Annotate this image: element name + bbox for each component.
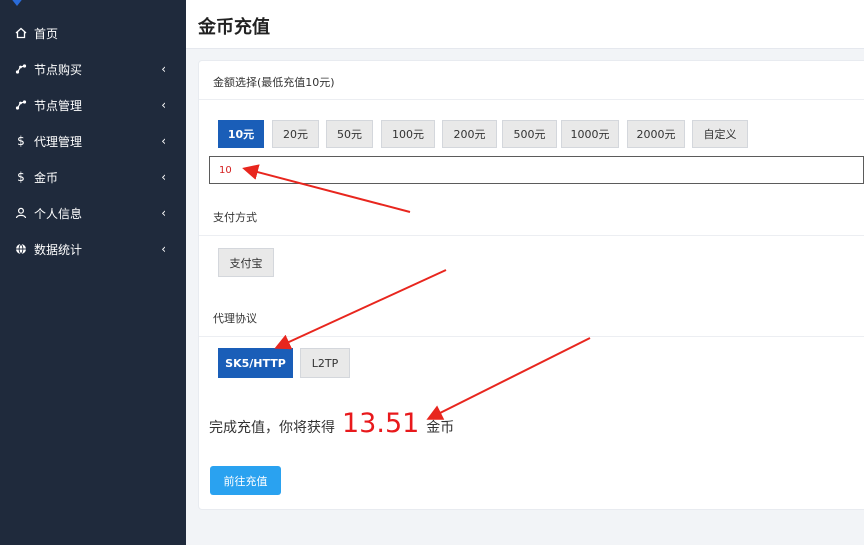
- sidebar-item-label: 节点管理: [34, 98, 83, 113]
- result-suffix: 金币: [426, 420, 455, 436]
- sidebar-item-proxy-management[interactable]: $ 代理管理 ‹: [0, 123, 186, 159]
- node-icon: [14, 98, 28, 112]
- amount-option-20[interactable]: 20元: [272, 120, 319, 148]
- chevron-left-icon: ‹: [161, 170, 166, 184]
- page-title: 金币充值: [198, 17, 270, 38]
- result-prefix: 完成充值，你将获得: [209, 420, 335, 436]
- sidebar-item-label: 金币: [34, 170, 59, 185]
- protocol-option-l2tp[interactable]: L2TP: [300, 348, 350, 378]
- divider: [199, 99, 864, 100]
- sidebar-item-label: 节点购买: [34, 62, 83, 77]
- sidebar-item-label: 首页: [34, 26, 59, 41]
- protocol-option-sk5-http[interactable]: SK5/HTTP: [218, 348, 293, 378]
- chevron-left-icon: ‹: [161, 134, 166, 148]
- divider: [199, 336, 864, 337]
- dollar-icon: $: [17, 170, 25, 184]
- recharge-card: 金额选择(最低充值10元) 10元 20元 50元 100元 200元 500元…: [198, 60, 864, 510]
- amount-option-200[interactable]: 200元: [442, 120, 497, 148]
- sidebar-nav: 首页 节点购买 ‹ 节点管理 ‹ $ 代理管理 ‹ $ 金币 ‹ 个人信息 ‹ …: [0, 15, 186, 267]
- sidebar: 首页 节点购买 ‹ 节点管理 ‹ $ 代理管理 ‹ $ 金币 ‹ 个人信息 ‹ …: [0, 0, 186, 545]
- chevron-left-icon: ‹: [161, 98, 166, 112]
- amount-option-10[interactable]: 10元: [218, 120, 264, 148]
- amount-label: 金额选择(最低充值10元): [213, 76, 335, 89]
- amount-option-2000[interactable]: 2000元: [627, 120, 685, 148]
- sidebar-item-label: 个人信息: [34, 206, 83, 221]
- sidebar-item-statistics[interactable]: 数据统计 ‹: [0, 231, 186, 267]
- amount-input[interactable]: 10: [209, 156, 864, 184]
- sidebar-item-home[interactable]: 首页: [0, 15, 186, 51]
- amount-option-100[interactable]: 100元: [381, 120, 435, 148]
- result-line: 完成充值，你将获得 13.51 金币: [209, 408, 454, 442]
- page-header: 金币充值: [186, 0, 864, 49]
- payment-label: 支付方式: [213, 211, 257, 224]
- chevron-left-icon: ‹: [161, 62, 166, 76]
- divider: [199, 235, 864, 236]
- payment-option-alipay[interactable]: 支付宝: [218, 248, 274, 277]
- sidebar-item-label: 数据统计: [34, 242, 83, 257]
- main-content: 金币充值 金额选择(最低充值10元) 10元 20元 50元 100元 200元…: [186, 0, 864, 545]
- protocol-label: 代理协议: [213, 312, 257, 325]
- home-icon: [14, 26, 28, 40]
- sidebar-item-node-purchase[interactable]: 节点购买 ‹: [0, 51, 186, 87]
- go-recharge-button[interactable]: 前往充值: [210, 466, 281, 495]
- node-icon: [14, 62, 28, 76]
- result-coin-value: 13.51: [342, 408, 420, 439]
- sidebar-item-label: 代理管理: [34, 134, 83, 149]
- sidebar-item-profile[interactable]: 个人信息 ‹: [0, 195, 186, 231]
- sidebar-item-coins[interactable]: $ 金币 ‹: [0, 159, 186, 195]
- sidebar-item-node-management[interactable]: 节点管理 ‹: [0, 87, 186, 123]
- amount-option-500[interactable]: 500元: [502, 120, 557, 148]
- amount-option-custom[interactable]: 自定义: [692, 120, 748, 148]
- user-icon: [14, 206, 28, 220]
- globe-icon: [14, 242, 28, 256]
- logo-icon: [6, 0, 28, 6]
- amount-option-50[interactable]: 50元: [326, 120, 373, 148]
- amount-option-1000[interactable]: 1000元: [561, 120, 619, 148]
- chevron-left-icon: ‹: [161, 206, 166, 220]
- chevron-left-icon: ‹: [161, 242, 166, 256]
- dollar-icon: $: [17, 134, 25, 148]
